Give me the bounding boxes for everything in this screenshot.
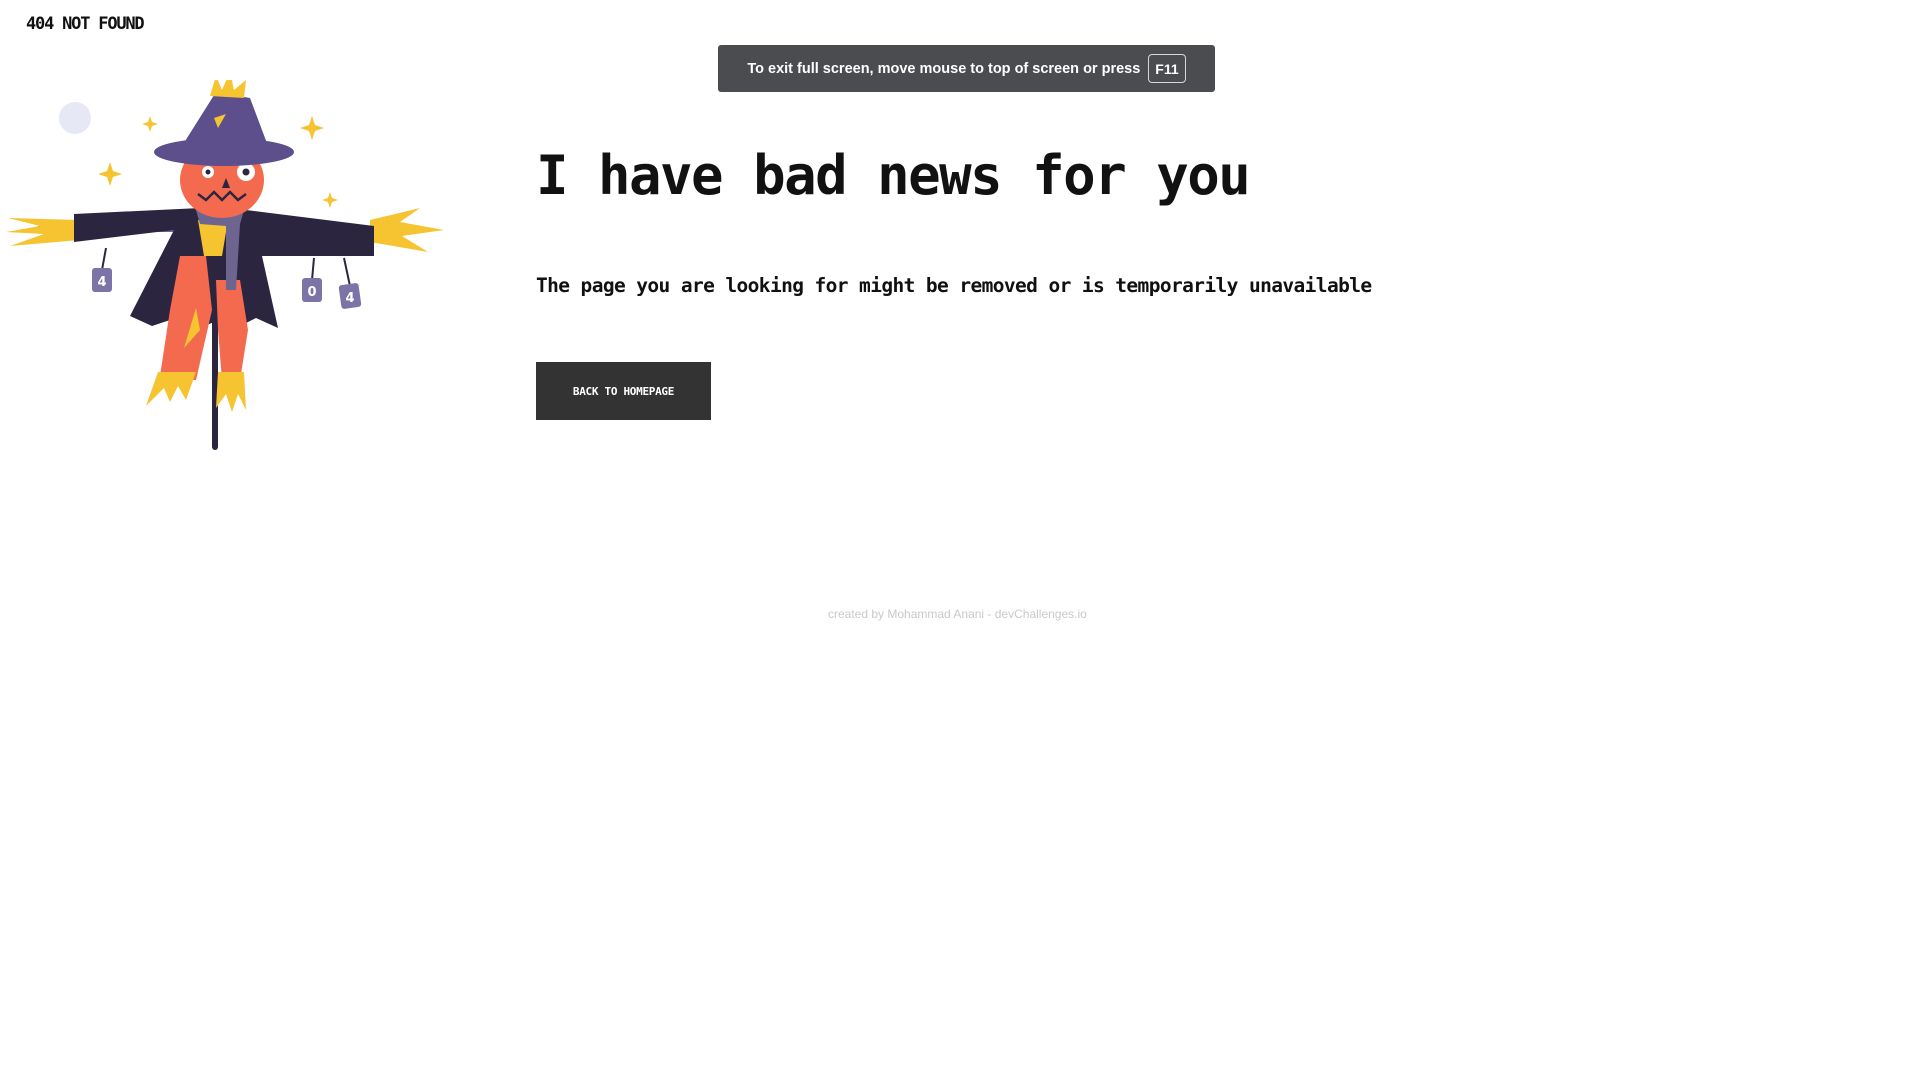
fullscreen-exit-notice: To exit full screen, move mouse to top o…: [718, 45, 1215, 92]
right-straw-hand: [370, 208, 444, 252]
site-logo[interactable]: 404 NOT FOUND: [26, 14, 145, 34]
right-straw-foot: [216, 372, 246, 412]
hat-cone: [182, 92, 268, 146]
hat-straw: [210, 80, 246, 98]
tag-label-4: 4: [97, 275, 106, 290]
footer-credit[interactable]: created by Mohammad Anani - devChallenge…: [828, 607, 1087, 621]
moon-icon: [59, 102, 91, 134]
error-description: The page you are looking for might be re…: [536, 274, 1372, 297]
tag-label-4b: 4: [345, 291, 354, 306]
left-straw-hand: [6, 218, 80, 246]
left-straw-foot: [146, 372, 196, 406]
scarecrow-illustration: 4 0 4: [6, 80, 444, 450]
page-headline: I have bad news for you: [536, 144, 1251, 207]
f11-key-badge: F11: [1148, 54, 1186, 83]
tag-label-0: 0: [307, 285, 316, 300]
fullscreen-notice-text: To exit full screen, move mouse to top o…: [747, 60, 1141, 77]
back-to-homepage-button[interactable]: BACK TO HOMEPAGE: [536, 362, 711, 420]
